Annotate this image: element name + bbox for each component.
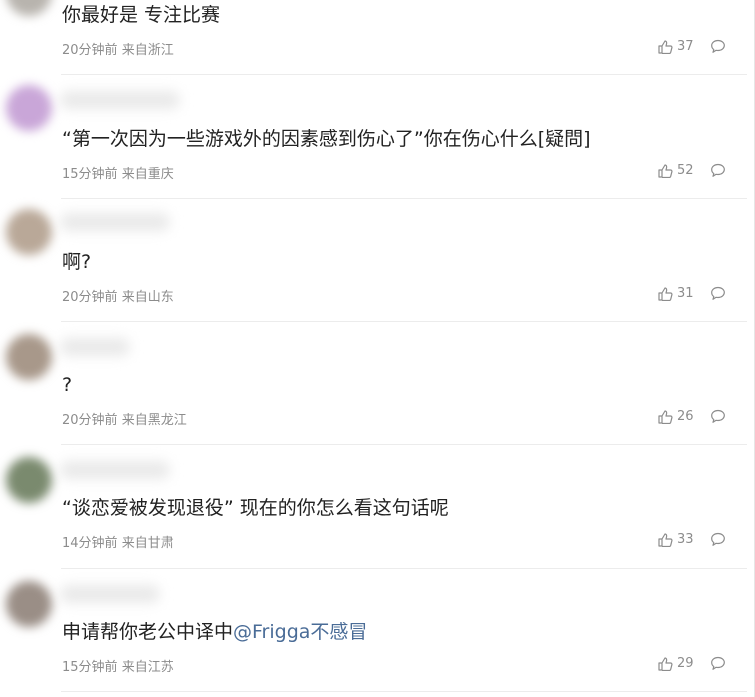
thumbs-up-icon (658, 532, 673, 547)
comment-time: 20分钟前 (62, 413, 118, 428)
comment-meta: 15分钟前 来自江苏 (62, 656, 174, 675)
comment-location: 来自重庆 (121, 167, 174, 182)
avatar[interactable] (6, 334, 52, 380)
comment-time: 20分钟前 (62, 290, 118, 305)
like-count: 37 (677, 39, 694, 54)
comment-meta: 20分钟前 来自山东 (62, 286, 174, 305)
comment-meta: 15分钟前 来自重庆 (62, 163, 174, 182)
comment-location: 来自江苏 (121, 660, 174, 675)
comment-text: “第一次因为一些游戏外的因素感到伤心了”你在伤心什么[疑問] (62, 128, 591, 150)
like-count: 31 (677, 286, 694, 301)
comment-text: ? (62, 374, 73, 396)
comment-bubble-icon (711, 163, 725, 177)
comment-location: 来自黑龙江 (121, 413, 187, 428)
like-button[interactable]: 31 (658, 286, 694, 301)
username[interactable] (60, 338, 130, 356)
like-button[interactable]: 52 (658, 163, 694, 178)
like-button[interactable]: 26 (658, 409, 694, 424)
reply-button[interactable] (710, 286, 726, 301)
comment-item: 啊? 20分钟前 来自山东 31 (0, 199, 755, 322)
comment-bubble-icon (711, 532, 725, 546)
like-count: 26 (677, 409, 694, 424)
reply-button[interactable] (710, 409, 726, 424)
comment-time: 20分钟前 (62, 43, 118, 58)
avatar[interactable] (6, 209, 52, 255)
thumbs-up-icon (658, 409, 673, 424)
avatar[interactable] (6, 457, 52, 503)
avatar[interactable] (6, 581, 52, 627)
like-button[interactable]: 37 (658, 39, 694, 54)
comment-location: 来自浙江 (121, 43, 174, 58)
avatar[interactable] (6, 85, 52, 131)
reply-button[interactable] (710, 163, 726, 178)
like-count: 29 (677, 656, 694, 671)
comment-item: “谈恋爱被发现退役” 现在的你怎么看这句话呢 14分钟前 来自甘肃 33 (0, 445, 755, 568)
username[interactable] (60, 585, 160, 603)
comment-bubble-icon (711, 39, 725, 53)
like-button[interactable]: 33 (658, 532, 694, 547)
comment-location: 来自山东 (121, 290, 174, 305)
comment-item: ? 20分钟前 来自黑龙江 26 (0, 322, 755, 445)
divider (61, 691, 747, 692)
comment-text: 你最好是 专注比赛 (62, 4, 221, 26)
reply-button[interactable] (710, 656, 726, 671)
comment-time: 15分钟前 (62, 660, 118, 675)
comment-item: “第一次因为一些游戏外的因素感到伤心了”你在伤心什么[疑問] 15分钟前 来自重… (0, 75, 755, 198)
avatar[interactable] (6, 0, 52, 16)
comment-text: “谈恋爱被发现退役” 现在的你怎么看这句话呢 (62, 497, 449, 519)
reply-button[interactable] (710, 532, 726, 547)
like-count: 33 (677, 532, 694, 547)
comment-bubble-icon (711, 656, 725, 670)
username[interactable] (60, 91, 180, 109)
comment-meta: 20分钟前 来自浙江 (62, 39, 174, 58)
comment-meta: 20分钟前 来自黑龙江 (62, 409, 187, 428)
comment-time: 14分钟前 (62, 536, 118, 551)
reply-button[interactable] (710, 39, 726, 54)
comment-item: 申请帮你老公中译中@Frigga不感冒 15分钟前 来自江苏 29 (0, 569, 755, 697)
username[interactable] (60, 213, 170, 231)
comment-bubble-icon (711, 286, 725, 300)
user-mention-link[interactable]: @Frigga不感冒 (233, 621, 367, 643)
username[interactable] (60, 461, 170, 479)
comment-location: 来自甘肃 (121, 536, 174, 551)
comment-body: 申请帮你老公中译中 (62, 621, 234, 643)
comment-time: 15分钟前 (62, 167, 118, 182)
thumbs-up-icon (658, 286, 673, 301)
comment-meta: 14分钟前 来自甘肃 (62, 532, 174, 551)
comment-text: 申请帮你老公中译中@Frigga不感冒 (62, 619, 367, 645)
comment-item: 你最好是 专注比赛 20分钟前 来自浙江 37 (0, 0, 755, 75)
thumbs-up-icon (658, 656, 673, 671)
like-button[interactable]: 29 (658, 656, 694, 671)
comment-bubble-icon (711, 409, 725, 423)
thumbs-up-icon (658, 39, 673, 54)
thumbs-up-icon (658, 163, 673, 178)
like-count: 52 (677, 163, 694, 178)
comment-text: 啊? (62, 251, 92, 273)
